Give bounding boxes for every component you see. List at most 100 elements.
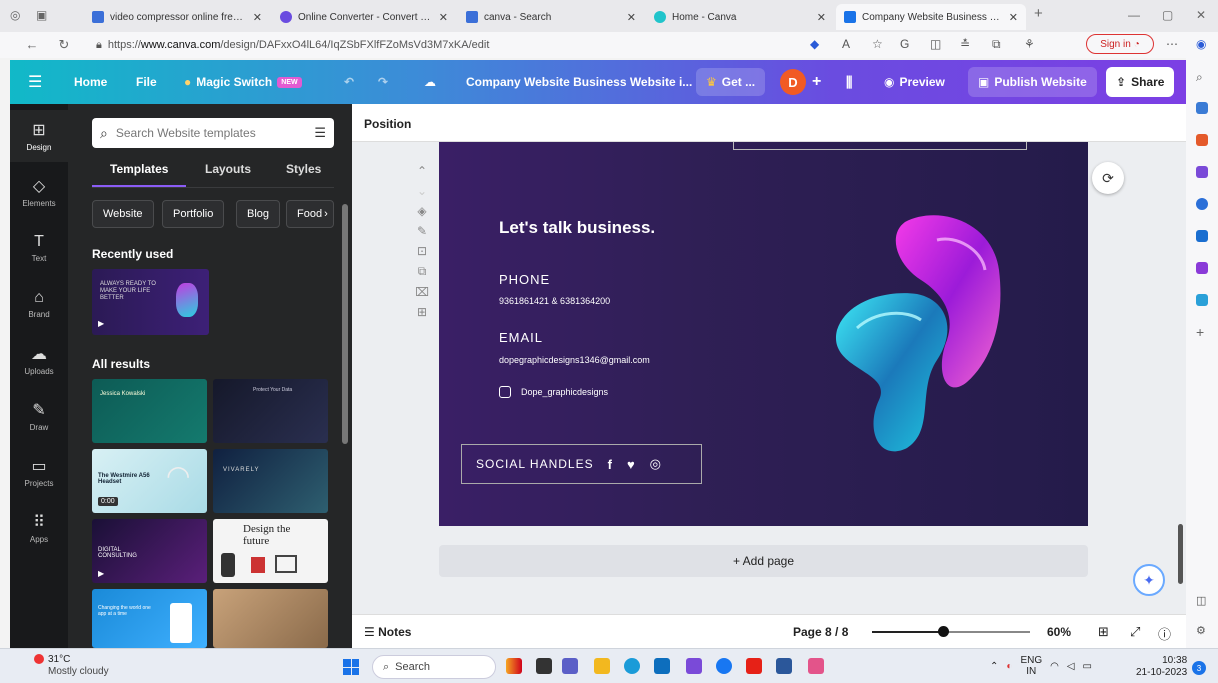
template-thumb[interactable]: VIVARELY [213,449,328,513]
taskbar-search[interactable]: ⌕ Search [372,655,496,679]
share-button[interactable]: ⇪ Share [1106,67,1175,97]
publish-website-button[interactable]: ▣ Publish Website [968,67,1097,97]
template-thumb[interactable]: The Westmire A56 Headset ◠ 0:00 [92,449,207,513]
redo-icon[interactable]: ↷ [378,60,388,104]
tab-styles[interactable]: Styles [286,162,321,176]
start-icon[interactable] [343,659,359,675]
add-page-button[interactable]: + Add page [439,545,1088,577]
page-indicator[interactable]: Page 8 / 8 [793,625,848,639]
rail-apps[interactable]: ⠿ Apps [10,502,68,554]
sign-in-button[interactable]: Sign in ◔ [1086,34,1154,54]
notification-badge[interactable]: 3 [1192,661,1206,675]
add-page-icon[interactable]: ⊞ [417,305,427,319]
more-icon[interactable]: ⋯ [1166,37,1178,51]
move-up-icon[interactable]: ⌃ [417,164,427,178]
file-button[interactable]: File [136,60,157,104]
instagram-row[interactable]: Dope_graphicdesigns [499,386,608,398]
tab-layouts[interactable]: Layouts [205,162,251,176]
lock-icon[interactable]: ⊡ [417,244,427,258]
template-thumb[interactable]: Protect Your Data [213,379,328,443]
tab-online-converter[interactable]: Online Converter - Convert Imag ✕ [272,4,456,30]
hamburger-menu-icon[interactable]: ☰ [28,60,42,104]
close-icon[interactable]: ✕ [253,11,262,24]
notes-edit-icon[interactable]: ✎ [417,224,427,238]
tray-app-icon[interactable]: ◐ [1006,661,1012,672]
refresh-icon[interactable]: ⟳ [1092,162,1124,194]
edge-icon[interactable] [624,658,640,674]
notes-button[interactable]: ☰ Notes [364,625,411,639]
clock[interactable]: 10:38 21-10-2023 [1136,655,1187,679]
panel-scrollbar[interactable] [342,204,348,444]
copilot-icon[interactable]: ◉ [1196,37,1206,51]
word-icon[interactable] [776,658,792,674]
facebook-app-icon[interactable] [716,658,732,674]
tab-templates[interactable]: Templates [110,162,168,176]
store-icon[interactable] [654,658,670,674]
browser-menu-icon[interactable]: ◎ [10,8,20,22]
weather-widget[interactable]: 31°C Mostly cloudy [48,654,109,678]
tab-company-website[interactable]: Company Website Business Web ✕ [836,4,1026,30]
template-thumb[interactable]: Jessica Kowalski [92,379,207,443]
rail-projects[interactable]: ▭ Projects [10,446,68,498]
analytics-icon[interactable]: ⫼ [846,60,852,104]
phone-heading[interactable]: PHONE [499,272,550,287]
zoom-value[interactable]: 60% [1047,625,1071,639]
help-icon[interactable]: ⓘ [1158,624,1171,643]
rail-design[interactable]: ⊞ Design [10,110,68,162]
tab-actions-icon[interactable]: ▣ [36,8,47,22]
volume-icon[interactable]: ◁ [1067,661,1075,672]
back-icon[interactable]: ← [22,37,42,52]
maximize-icon[interactable]: ▢ [1162,8,1173,22]
email-value[interactable]: dopegraphicdesigns1346@gmail.com [499,355,650,365]
undo-icon[interactable]: ↶ [344,60,354,104]
chip-food[interactable]: Food › [286,200,334,228]
tools-icon[interactable] [1196,166,1208,178]
rail-uploads[interactable]: ☁ Uploads [10,334,68,386]
favorites-icon[interactable]: ≛ [960,37,970,51]
close-icon[interactable]: ✕ [627,11,636,24]
minimize-icon[interactable]: — [1128,8,1140,22]
social-handles-box[interactable]: SOCIAL HANDLES f ♥︎ ◎ [461,444,702,484]
split-screen-icon[interactable]: ◫ [930,37,941,51]
get-pro-button[interactable]: ♛ Get ... [696,68,766,96]
template-search[interactable]: ⌕ Search Website templates ☰ [92,118,334,148]
template-thumb[interactable]: Design the future [213,519,328,583]
wifi-icon[interactable]: ◠ [1050,661,1059,672]
language-indicator[interactable]: ENG IN [1020,655,1042,677]
avatar[interactable]: D [780,69,806,95]
zoom-slider[interactable] [872,626,1030,637]
design-title[interactable]: Company Website Business Website i... [466,60,692,104]
window-close-icon[interactable]: ✕ [1196,8,1206,22]
add-collaborator-icon[interactable]: + [812,60,821,104]
settings-icon[interactable]: ⚙ [1196,624,1208,637]
read-aloud-icon[interactable]: A [842,37,850,51]
zoom-slider-handle[interactable] [938,626,950,637]
task-view-icon[interactable] [536,658,552,674]
favorite-star-icon[interactable]: ☆ [872,37,883,51]
close-icon[interactable]: ✕ [439,11,448,24]
rail-text[interactable]: T Text [10,222,68,274]
close-icon[interactable]: ✕ [1009,11,1018,24]
recent-template-thumb[interactable]: ALWAYS READY TO MAKE YOUR LIFE BETTER ▶ [92,269,209,335]
template-thumb[interactable]: Changing the world one app at a time [92,589,207,648]
email-heading[interactable]: EMAIL [499,330,543,345]
rail-draw[interactable]: ✎ Draw [10,390,68,442]
magic-assistant-icon[interactable]: ✦ [1133,564,1165,596]
copilot-extension-icon[interactable]: ⚘ [1024,37,1035,51]
chevron-up-icon[interactable]: ⌃ [990,661,998,672]
drop-icon[interactable] [1196,294,1208,306]
3d-blob-graphic[interactable] [817,210,1017,460]
rail-brand[interactable]: ⌂ Brand [10,278,68,330]
canvas-vertical-scrollbar[interactable] [1178,524,1183,584]
chip-portfolio[interactable]: Portfolio [162,200,225,228]
position-button[interactable]: Position [364,117,411,131]
tab-canva-search[interactable]: canva - Search ✕ [458,4,644,30]
chip-website[interactable]: Website [92,200,154,228]
delete-icon[interactable]: ⌧ [415,285,429,299]
collections-icon[interactable]: ⧉ [992,37,1001,52]
design-page[interactable]: Let's talk business. PHONE 9361861421 & … [439,142,1088,526]
hide-icon[interactable]: ◈ [417,204,426,218]
designer-icon[interactable] [1196,262,1208,274]
add-sidebar-icon[interactable]: + [1196,324,1208,340]
youtube-app-icon[interactable] [746,658,762,674]
